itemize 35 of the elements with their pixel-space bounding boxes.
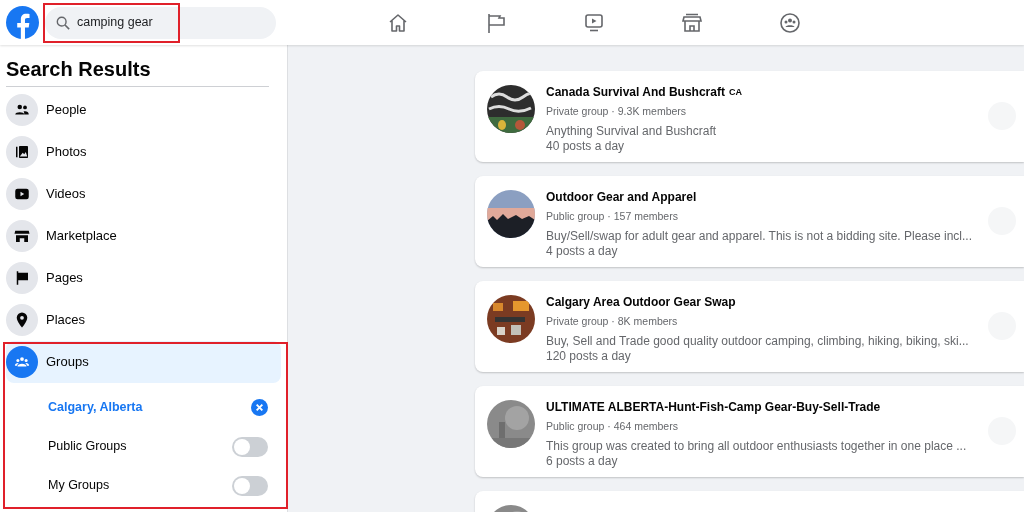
country-code-label: CA: [728, 85, 742, 99]
group-title[interactable]: ULTIMATE ALBERTA-Hunt-Fish-Camp Gear-Buy-Sell-Trade: [546, 400, 881, 415]
sidebar-item[interactable]: People: [6, 89, 281, 131]
groups-icon[interactable]: [778, 10, 802, 35]
sidebar-title: Search Results: [6, 57, 152, 81]
filter-label: My Groups: [48, 477, 110, 495]
group-meta: Private group · 8K members: [546, 315, 679, 328]
group-description: This group was created to bring all outdoor enthusiasts together in one place ...: [546, 439, 968, 454]
group-activity: 4 posts a day: [546, 244, 619, 259]
toggle-switch[interactable]: [232, 475, 268, 496]
sidebar-item[interactable]: Videos: [6, 173, 281, 215]
group-meta: Public group · 464 members: [546, 420, 679, 433]
filter-label: Public Groups: [48, 438, 127, 456]
group-description: Anything Survival and Bushcraft: [546, 124, 718, 139]
sidebar-item[interactable]: Places: [6, 299, 281, 341]
facebook-logo[interactable]: [6, 6, 39, 39]
sidebar-item[interactable]: Marketplace: [6, 215, 281, 257]
clear-icon[interactable]: [251, 399, 268, 416]
group-title[interactable]: Outdoor Gear and Apparel: [546, 190, 697, 205]
toggle-switch[interactable]: [232, 436, 268, 457]
location-filter[interactable]: Calgary, Alberta: [48, 398, 143, 417]
group-title[interactable]: Canada Survival And Bushcraft: [546, 85, 725, 100]
group-title[interactable]: Calgary Area Outdoor Gear Swap: [546, 295, 736, 310]
group-activity: 120 posts a day: [546, 349, 632, 364]
sidebar-item[interactable]: Photos: [6, 131, 281, 173]
group-activity: 6 posts a day: [546, 454, 619, 469]
sidebar-item[interactable]: Pages: [6, 257, 281, 299]
search-icon: [56, 15, 70, 30]
group-description: Buy/Sell/swap for adult gear and apparel. This is not a bidding site. Please incl...: [546, 229, 974, 244]
group-meta: Public group · 157 members: [546, 210, 679, 223]
group-activity: 40 posts a day: [546, 139, 626, 154]
group-meta: Private group · 9.3K members: [546, 105, 688, 118]
group-description: Buy, Sell and Trade good quality outdoor camping, climbing, hiking, biking, ski...: [546, 334, 970, 349]
photos-icon: [13, 143, 31, 161]
sidebar-item[interactable]: Groups: [6, 341, 281, 383]
